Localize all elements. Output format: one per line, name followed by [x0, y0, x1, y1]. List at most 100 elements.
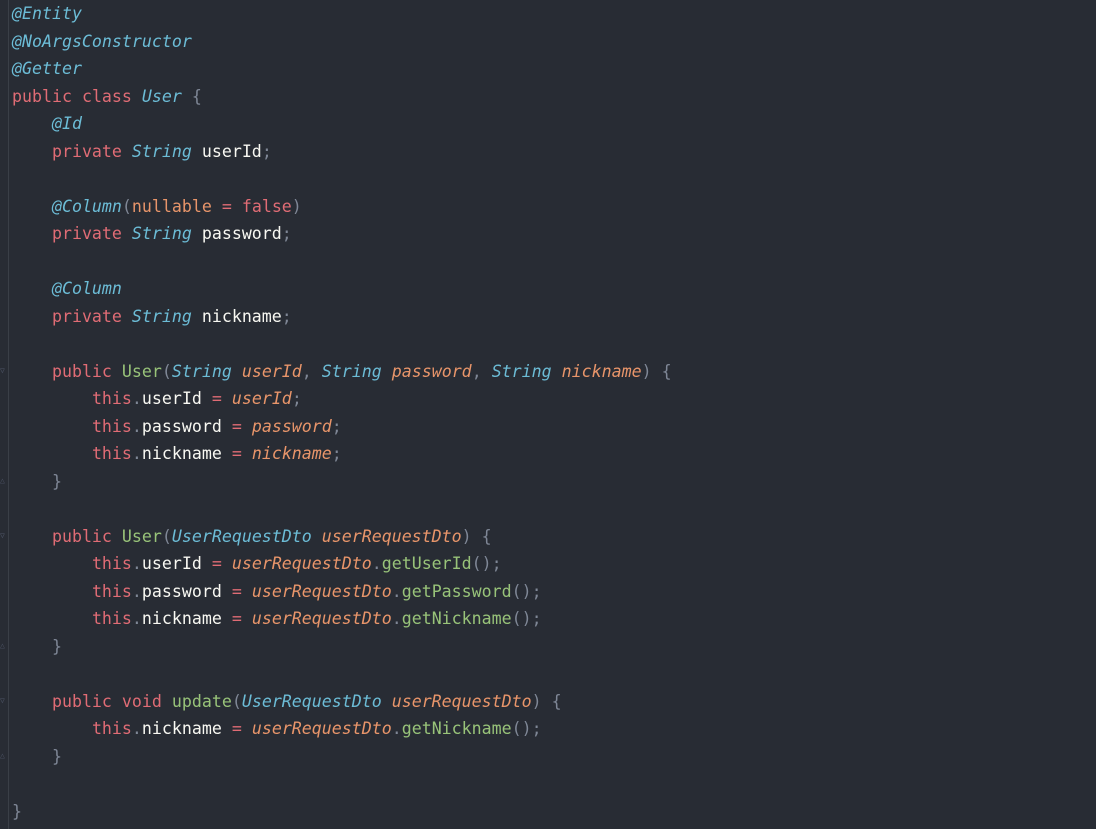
semicolon: ; — [531, 719, 542, 738]
code-line: } — [12, 633, 1096, 661]
code-line: this.userId = userId; — [12, 385, 1096, 413]
code-line: public User(String userId, String passwo… — [12, 358, 1096, 386]
dot: . — [131, 389, 142, 408]
field-name: userId — [141, 389, 202, 408]
parameter-name: userId — [231, 389, 292, 408]
brace: { — [481, 526, 492, 546]
code-line: public User(UserRequestDto userRequestDt… — [12, 523, 1096, 551]
call-parens: () — [511, 581, 532, 601]
brace: } — [51, 746, 62, 766]
call-parens: () — [471, 554, 492, 573]
operator: = — [231, 444, 242, 463]
parameter-name: userRequestDto — [251, 581, 392, 601]
annotation: @Id — [51, 114, 82, 133]
fold-marker-icon[interactable]: △ — [0, 642, 8, 650]
code-line: } — [12, 468, 1096, 496]
keyword: void — [121, 691, 162, 711]
field-name: nickname — [141, 609, 222, 628]
annotation-attribute: nullable — [131, 196, 212, 216]
annotation: @Column — [51, 196, 122, 216]
operator: = — [211, 389, 222, 408]
annotation: @Getter — [12, 59, 82, 78]
type-name: UserRequestDto — [241, 691, 382, 711]
code-line: this.password = userRequestDto.getPasswo… — [12, 578, 1096, 606]
type-name: String — [131, 306, 192, 326]
dot: . — [391, 581, 402, 601]
fold-marker-icon[interactable]: ▽ — [0, 532, 8, 540]
code-line: private String password; — [12, 220, 1096, 248]
paren: ) — [641, 361, 652, 381]
comma: , — [471, 361, 482, 381]
keyword: this — [91, 416, 132, 436]
semicolon: ; — [491, 554, 502, 573]
semicolon: ; — [291, 389, 302, 408]
parameter-name: userRequestDto — [251, 719, 392, 738]
type-name: String — [491, 361, 552, 381]
field-name: password — [141, 581, 222, 601]
method-call: getUserId — [381, 554, 472, 573]
annotation: @Column — [51, 279, 122, 298]
dot: . — [131, 444, 142, 463]
dot: . — [391, 719, 402, 738]
semicolon: ; — [261, 141, 272, 161]
parameter-name: password — [391, 361, 472, 381]
field-name: password — [141, 416, 222, 436]
code-editor[interactable]: ▽ △ ▽ △ ▽ △ @Entity @NoArgsConstructor @… — [0, 0, 1096, 829]
keyword: this — [91, 581, 132, 601]
code-line: @Getter — [12, 55, 1096, 83]
code-line: this.password = password; — [12, 413, 1096, 441]
keyword: this — [91, 609, 132, 628]
code-line: private String nickname; — [12, 303, 1096, 331]
brace: } — [51, 636, 62, 656]
parameter-name: password — [251, 416, 332, 436]
keyword: public — [51, 361, 112, 381]
brace: { — [661, 361, 672, 381]
brace: } — [51, 471, 62, 491]
method-call: getNickname — [401, 719, 512, 738]
keyword: public — [51, 691, 112, 711]
comma: , — [301, 361, 312, 381]
paren: ) — [291, 196, 302, 216]
operator: = — [231, 609, 242, 628]
method-name: update — [171, 691, 232, 711]
paren: ( — [161, 526, 172, 546]
paren: ( — [161, 361, 172, 381]
semicolon: ; — [331, 416, 342, 436]
dot: . — [131, 581, 142, 601]
semicolon: ; — [331, 444, 342, 463]
semicolon: ; — [281, 224, 292, 243]
parameter-name: userRequestDto — [231, 554, 372, 573]
keyword: this — [91, 719, 132, 738]
fold-marker-icon[interactable]: ▽ — [0, 697, 8, 705]
keyword: private — [51, 306, 122, 326]
fold-marker-icon[interactable]: △ — [0, 752, 8, 760]
fold-marker-icon[interactable]: ▽ — [0, 367, 8, 375]
dot: . — [131, 719, 142, 738]
code-line: public void update(UserRequestDto userRe… — [12, 688, 1096, 716]
boolean-literal: false — [241, 196, 292, 216]
keyword: private — [51, 224, 122, 243]
code-area[interactable]: @Entity @NoArgsConstructor @Getter publi… — [12, 0, 1096, 825]
type-name: String — [131, 224, 192, 243]
parameter-name: userRequestDto — [321, 526, 462, 546]
brace: { — [191, 86, 202, 106]
method-call: getNickname — [401, 609, 512, 628]
field-name: userId — [201, 141, 262, 161]
editor-gutter[interactable]: ▽ △ ▽ △ ▽ △ — [0, 0, 9, 829]
fold-marker-icon[interactable]: △ — [0, 477, 8, 485]
dot: . — [371, 554, 382, 573]
dot: . — [131, 609, 142, 628]
type-name: UserRequestDto — [171, 526, 312, 546]
parameter-name: userRequestDto — [251, 609, 392, 628]
code-line: private String userId; — [12, 138, 1096, 166]
keyword: public — [12, 86, 72, 106]
operator: = — [211, 554, 222, 573]
code-line: this.nickname = userRequestDto.getNickna… — [12, 715, 1096, 743]
operator: = — [231, 416, 242, 436]
code-line: } — [12, 743, 1096, 771]
annotation: @NoArgsConstructor — [12, 31, 192, 51]
operator: = — [221, 196, 232, 216]
